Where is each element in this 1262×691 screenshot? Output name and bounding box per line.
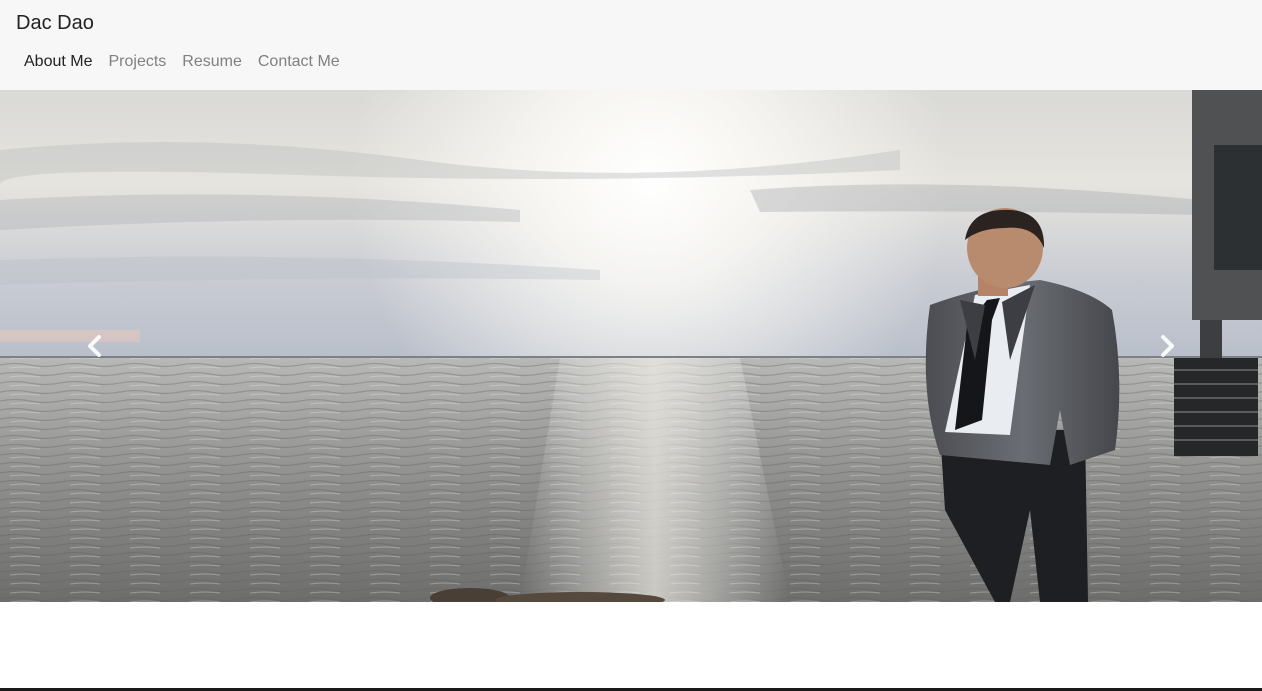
brand-link[interactable]: Dac Dao (16, 11, 94, 35)
nav-item-about: About Me (16, 51, 100, 73)
nav-item-resume: Resume (174, 51, 250, 73)
nav-link-resume[interactable]: Resume (174, 51, 250, 73)
nav-item-projects: Projects (100, 51, 174, 73)
nav-menu: About Me Projects Resume Contact Me (16, 51, 348, 73)
navbar: Dac Dao About Me Projects Resume Contact… (0, 0, 1262, 90)
nav-link-contact-me[interactable]: Contact Me (250, 51, 348, 73)
carousel-prev-button[interactable] (0, 90, 190, 602)
hero-carousel (0, 90, 1262, 602)
nav-link-about-me[interactable]: About Me (16, 51, 100, 73)
carousel-next-button[interactable] (1072, 90, 1262, 602)
chevron-right-icon (1161, 335, 1174, 357)
nav-item-contact: Contact Me (250, 51, 348, 73)
nav-link-projects[interactable]: Projects (100, 51, 174, 73)
chevron-left-icon (88, 335, 101, 357)
